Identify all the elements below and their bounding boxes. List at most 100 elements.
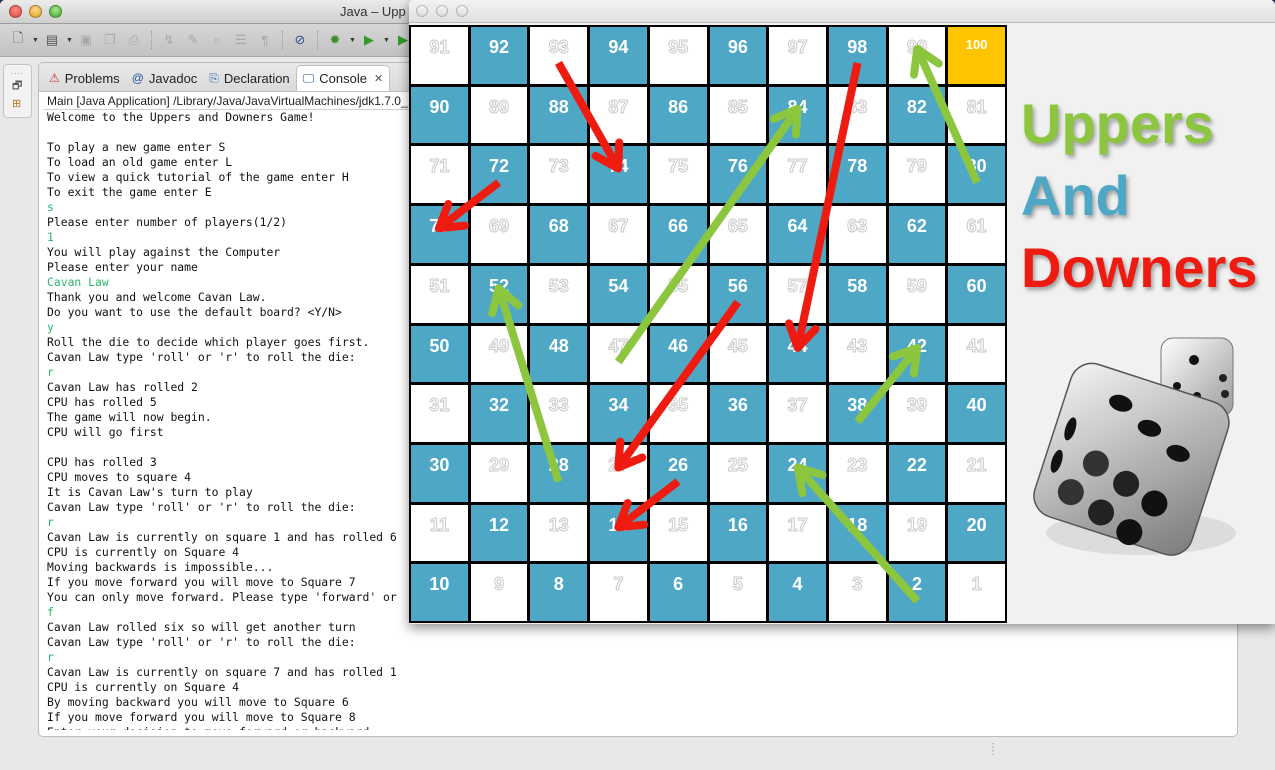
tab-declaration[interactable]: ⎘ Declaration — [203, 65, 295, 91]
board-square-78: 78 — [828, 146, 886, 204]
logo-and: And — [1021, 164, 1130, 227]
board-square-3: 3 — [828, 564, 886, 621]
board-square-95: 95 — [649, 27, 707, 84]
console-line: Cavan Law type 'roll' or 'r' to roll the… — [47, 350, 356, 364]
edit-icon[interactable]: ✎ — [183, 30, 203, 50]
board-square-32: 32 — [470, 385, 528, 442]
new-wizard-icon[interactable]: 🗋 — [8, 30, 28, 50]
dropdown-arrow-icon[interactable]: ▼ — [66, 37, 73, 44]
skip-breakpoints-icon[interactable]: ⊘ — [290, 30, 310, 50]
debug-icon[interactable]: ✹ — [325, 30, 345, 50]
board-square-53: 53 — [530, 265, 588, 323]
board-square-30: 30 — [411, 444, 468, 502]
board-square-84: 84 — [769, 86, 826, 144]
print-icon[interactable]: ⎙ — [124, 30, 144, 50]
close-window-button[interactable] — [416, 5, 428, 17]
console-input-line: r — [47, 515, 54, 529]
dropdown-arrow-icon[interactable]: ▼ — [383, 37, 390, 44]
game-logo: Uppers And Downers — [1021, 88, 1258, 304]
board-square-20: 20 — [948, 504, 1005, 562]
board-square-39: 39 — [888, 385, 946, 442]
minimize-window-button[interactable] — [436, 5, 448, 17]
board-square-94: 94 — [590, 27, 647, 84]
dropdown-arrow-icon[interactable]: ▼ — [349, 37, 356, 44]
console-line: CPU will go first — [47, 425, 164, 439]
board-square-96: 96 — [709, 27, 767, 84]
window-title: Java – Upp — [340, 4, 406, 19]
console-line: Welcome to the Uppers and Downers Game! — [47, 110, 315, 124]
close-tab-icon[interactable]: ✕ — [374, 72, 383, 85]
board-square-11: 11 — [411, 504, 468, 562]
console-icon: 🖵 — [302, 71, 315, 85]
save-all-icon[interactable]: ❐ — [100, 30, 120, 50]
board-square-45: 45 — [709, 325, 767, 383]
zoom-window-button[interactable] — [49, 5, 62, 18]
tab-javadoc[interactable]: @ Javadoc — [126, 65, 204, 91]
console-line: You can only move forward. Please type '… — [47, 590, 397, 604]
board-square-22: 22 — [888, 444, 946, 502]
restore-icon[interactable]: 🗗 — [12, 77, 22, 96]
search-icon[interactable]: ⌕ — [207, 30, 227, 50]
toggle-block-icon[interactable]: ☰ — [231, 30, 251, 50]
board-square-44: 44 — [769, 325, 826, 383]
board-square-61: 61 — [948, 206, 1005, 263]
board-square-70: 70 — [411, 206, 468, 263]
board-square-91: 91 — [411, 27, 468, 84]
board-square-28: 28 — [530, 444, 588, 502]
board-square-99: 99 — [888, 27, 946, 84]
board-square-49: 49 — [470, 325, 528, 383]
board-square-54: 54 — [590, 265, 647, 323]
run-icon[interactable]: ▶ — [359, 30, 379, 50]
board-square-2: 2 — [888, 564, 946, 621]
board-square-33: 33 — [530, 385, 588, 442]
dropdown-arrow-icon[interactable]: ▼ — [32, 37, 39, 44]
console-line: CPU has rolled 5 — [47, 395, 157, 409]
minimize-window-button[interactable] — [29, 5, 42, 18]
drag-handle[interactable]: .... — [11, 67, 24, 76]
tab-console[interactable]: 🖵 Console ✕ — [295, 65, 391, 91]
console-line: Cavan Law is currently on square 7 and h… — [47, 665, 397, 679]
board-square-34: 34 — [590, 385, 647, 442]
board-square-48: 48 — [530, 325, 588, 383]
console-line: The game will now begin. — [47, 410, 212, 424]
package-explorer-icon[interactable]: ⊞ — [12, 97, 21, 110]
board-square-8: 8 — [530, 564, 588, 621]
console-line: To load an old game enter L — [47, 155, 233, 169]
console-line: Do you want to use the default board? <Y… — [47, 305, 342, 319]
board-square-10: 10 — [411, 564, 468, 621]
console-input-line: r — [47, 650, 54, 664]
board-square-67: 67 — [590, 206, 647, 263]
console-output[interactable]: Welcome to the Uppers and Downers Game! … — [47, 110, 417, 730]
tab-problems[interactable]: ⚠ Problems — [43, 65, 126, 91]
close-window-button[interactable] — [9, 5, 22, 18]
board-square-56: 56 — [709, 265, 767, 323]
board-square-42: 42 — [888, 325, 946, 383]
console-line: To exit the game enter E — [47, 185, 212, 199]
console-line: Cavan Law is currently on square 1 and h… — [47, 530, 397, 544]
board-square-51: 51 — [411, 265, 468, 323]
declaration-icon: ⎘ — [209, 70, 219, 85]
board-square-55: 55 — [649, 265, 707, 323]
save-icon[interactable]: ▣ — [76, 30, 96, 50]
board-square-66: 66 — [649, 206, 707, 263]
tab-label: Problems — [64, 70, 120, 86]
sash-handle[interactable]: ⋮ ⋮ — [988, 743, 998, 757]
console-line: Cavan Law has rolled 2 — [47, 380, 198, 394]
open-type-icon[interactable]: ↯ — [159, 30, 179, 50]
board-square-86: 86 — [649, 86, 707, 144]
show-whitespace-icon[interactable]: ¶ — [255, 30, 275, 50]
board-square-23: 23 — [828, 444, 886, 502]
zoom-window-button[interactable] — [456, 5, 468, 17]
game-board: 91 92 93 94 95 96 97 98 99 100 90 89 88 87 86 85 84 83 82 8… — [409, 25, 1007, 623]
new-class-icon[interactable]: ▤ — [42, 30, 62, 50]
board-square-97: 97 — [769, 27, 826, 84]
board-square-75: 75 — [649, 146, 707, 204]
board-square-71: 71 — [411, 146, 468, 204]
board-square-5: 5 — [709, 564, 767, 621]
board-square-68: 68 — [530, 206, 588, 263]
console-line: Cavan Law type 'roll' or 'r' to roll the… — [47, 635, 356, 649]
console-line: CPU is currently on Square 4 — [47, 680, 240, 694]
board-square-100: 100 — [948, 27, 1005, 84]
board-square-89: 89 — [470, 86, 528, 144]
console-line: To view a quick tutorial of the game ent… — [47, 170, 349, 184]
